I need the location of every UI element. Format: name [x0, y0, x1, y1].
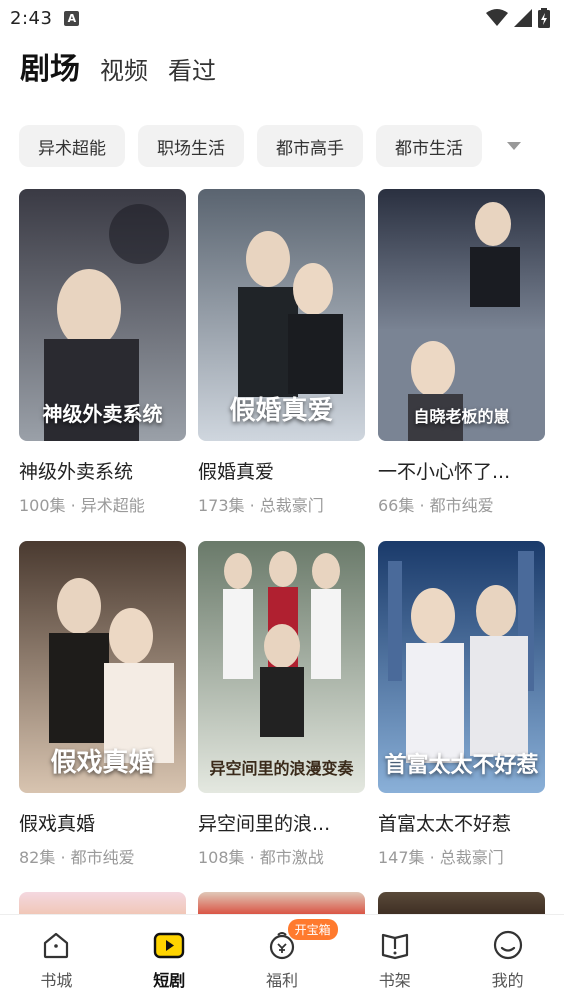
drama-title: 神级外卖系统	[19, 461, 134, 483]
drama-meta: 108集 · 都市激战	[198, 848, 324, 867]
drama-meta: 147集 · 总裁豪门	[378, 848, 504, 867]
nav-label: 书架	[378, 971, 411, 990]
drama-cover: 自晓老板的崽	[378, 189, 545, 441]
nav-welfare[interactable]: 开宝箱 福利	[226, 915, 339, 1002]
drama-title: 一不小心怀了...	[378, 461, 511, 483]
nav-short-drama[interactable]: 短剧	[113, 915, 226, 1002]
cover-title: 异空间里的浪漫变奏	[209, 759, 354, 778]
status-bar: 2:43 A	[0, 0, 564, 36]
expand-categories-button[interactable]	[499, 125, 529, 167]
cover-title: 首富太太不好惹	[384, 752, 539, 778]
drama-card[interactable]: 首富太太不好惹 首富太太不好惹 147集 · 总裁豪门	[378, 541, 545, 868]
drama-title: 假婚真爱	[198, 461, 275, 483]
tab-history[interactable]: 看过	[168, 51, 216, 86]
status-icons	[486, 8, 550, 28]
chip-category[interactable]: 异术超能	[19, 125, 125, 167]
drama-cover: 假戏真婚	[19, 541, 186, 793]
nav-bookshelf[interactable]: 书架	[338, 915, 451, 1002]
cover-title: 神级外卖系统	[42, 402, 163, 426]
status-time: 2:43	[10, 7, 53, 29]
nav-label: 我的	[491, 971, 524, 990]
drama-cover: 异空间里的浪漫变奏	[198, 541, 365, 793]
chip-category[interactable]: 都市生活	[376, 125, 482, 167]
battery-icon	[538, 8, 550, 28]
tab-video[interactable]: 视频	[100, 51, 148, 86]
drama-card[interactable]: 假戏真婚 假戏真婚 82集 · 都市纯爱	[19, 541, 186, 868]
wifi-icon	[486, 9, 508, 26]
chip-category[interactable]: 职场生活	[138, 125, 244, 167]
drama-card[interactable]: 异空间里的浪漫变奏 异空间里的浪... 108集 · 都市激战	[198, 541, 365, 868]
drama-meta: 82集 · 都市纯爱	[19, 848, 135, 867]
bottom-nav: 书城 短剧 开宝箱 福利 书架 我的	[0, 914, 564, 1002]
category-chip-row: 异术超能 职场生活 都市高手 都市生活	[19, 124, 564, 168]
profile-icon	[493, 930, 522, 960]
drama-card[interactable]: 神级外卖系统 神级外卖系统 100集 · 异术超能	[19, 189, 186, 516]
nav-label: 书城	[40, 971, 73, 990]
cover-title: 假婚真爱	[229, 396, 334, 426]
home-icon	[44, 932, 69, 959]
drama-card[interactable]: 自晓老板的崽 一不小心怀了... 66集 · 都市纯爱	[378, 189, 545, 516]
nav-label: 福利	[265, 971, 298, 990]
drama-meta: 66集 · 都市纯爱	[378, 496, 494, 515]
nav-label: 短剧	[153, 971, 186, 990]
top-tab-bar: 剧场 视频 看过	[20, 44, 216, 92]
drama-meta: 173集 · 总裁豪门	[198, 496, 324, 515]
drama-title: 异空间里的浪...	[198, 813, 331, 835]
drama-cover: 神级外卖系统	[19, 189, 186, 441]
signal-icon	[514, 9, 532, 27]
treasure-box-badge[interactable]: 开宝箱	[287, 919, 338, 940]
play-icon	[153, 932, 185, 959]
drama-card[interactable]: 假婚真爱 假婚真爱 173集 · 总裁豪门	[198, 189, 365, 516]
nav-bookstore[interactable]: 书城	[0, 915, 113, 1002]
drama-cover: 假婚真爱	[198, 189, 365, 441]
cover-title: 自晓老板的崽	[413, 407, 510, 426]
drama-cover: 首富太太不好惹	[378, 541, 545, 793]
chevron-down-icon	[507, 142, 521, 150]
tab-theater[interactable]: 剧场	[20, 44, 80, 88]
drama-title: 假戏真婚	[19, 813, 96, 835]
drama-meta: 100集 · 异术超能	[19, 496, 145, 515]
cover-title: 假戏真婚	[50, 748, 155, 778]
nav-profile[interactable]: 我的	[451, 915, 564, 1002]
bookshelf-icon	[381, 933, 408, 960]
chip-category[interactable]: 都市高手	[257, 125, 363, 167]
drama-title: 首富太太不好惹	[378, 813, 512, 835]
notification-icon: A	[64, 10, 80, 26]
